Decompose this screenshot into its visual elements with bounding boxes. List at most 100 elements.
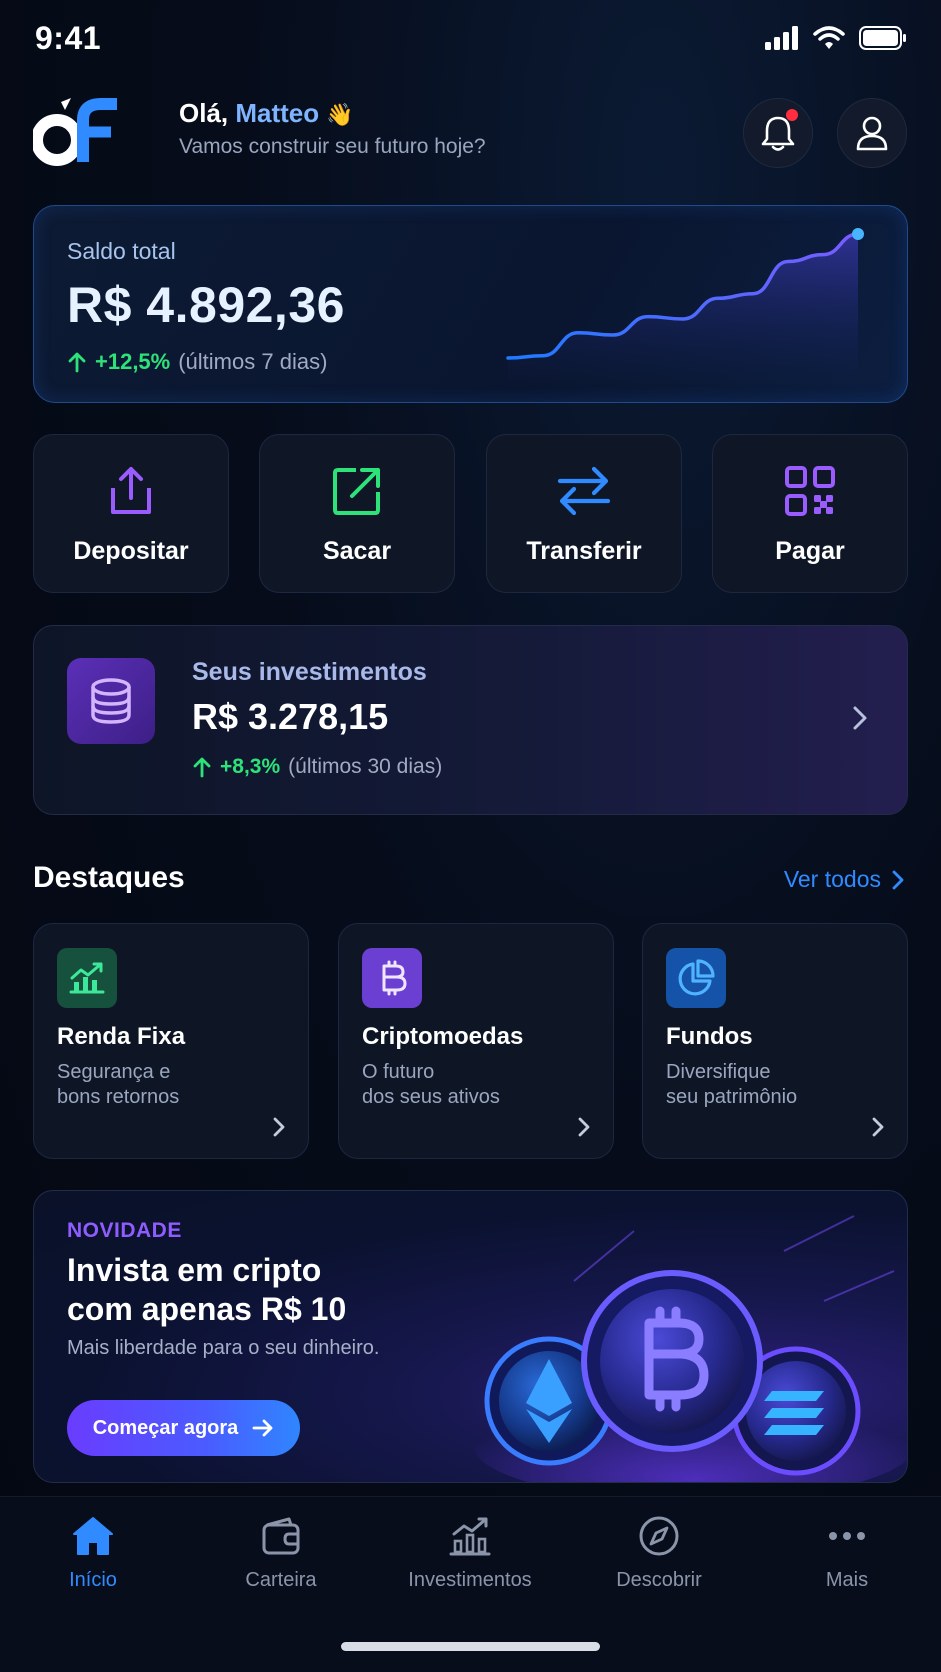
crypto-coins-illustration bbox=[474, 1215, 907, 1482]
home-indicator[interactable] bbox=[341, 1642, 600, 1651]
investments-change: +8,3% (últimos 30 dias) bbox=[192, 755, 442, 779]
upload-icon bbox=[111, 467, 151, 514]
investments-value: R$ 3.278,15 bbox=[192, 696, 389, 737]
investments-card[interactable]: Seus investimentos R$ 3.278,15 +8,3% (úl… bbox=[33, 625, 908, 815]
bitcoin-icon-wrap bbox=[362, 948, 422, 1008]
nav-label: Investimentos bbox=[408, 1569, 532, 1591]
greeting: Olá, Matteo 👋 bbox=[179, 98, 354, 129]
highlight-desc: O futuro dos seus ativos bbox=[362, 1060, 500, 1110]
transfer-label: Transferir bbox=[526, 537, 642, 565]
balance-label: Saldo total bbox=[67, 238, 176, 264]
highlight-title: Renda Fixa bbox=[57, 1023, 186, 1050]
start-now-label: Começar agora bbox=[92, 1416, 239, 1439]
home-icon bbox=[73, 1517, 113, 1555]
balance-change-percent: +12,5% bbox=[95, 349, 171, 374]
wallet-icon bbox=[262, 1517, 300, 1555]
chevron-right-icon bbox=[872, 1117, 884, 1137]
pay-button[interactable]: Pagar bbox=[712, 434, 908, 593]
highlight-card-cripto[interactable]: Criptomoedas O futuro dos seus ativos bbox=[338, 923, 614, 1159]
highlight-title: Criptomoedas bbox=[362, 1023, 524, 1050]
balance-value: R$ 4.892,36 bbox=[67, 277, 345, 333]
status-icons bbox=[765, 26, 907, 50]
nav-label: Carteira bbox=[245, 1569, 317, 1591]
highlight-desc-line: seu patrimônio bbox=[666, 1086, 798, 1108]
deposit-label: Depositar bbox=[73, 537, 189, 565]
highlight-desc-line: dos seus ativos bbox=[362, 1086, 500, 1108]
highlights-title: Destaques bbox=[33, 861, 185, 894]
promo-title: Invista em cripto com apenas R$ 10 bbox=[67, 1251, 346, 1329]
chevron-right-icon bbox=[892, 870, 904, 889]
chevron-right-icon bbox=[273, 1117, 285, 1137]
balance-change-period: (últimos 7 dias) bbox=[178, 349, 328, 374]
promo-title-line: com apenas R$ 10 bbox=[67, 1291, 347, 1327]
nav-more[interactable]: Mais bbox=[762, 1515, 932, 1592]
pay-label: Pagar bbox=[775, 537, 845, 565]
highlight-title: Fundos bbox=[666, 1023, 753, 1050]
nav-label: Início bbox=[69, 1569, 117, 1591]
balance-change: +12,5% (últimos 7 dias) bbox=[67, 349, 327, 375]
transfer-button[interactable]: Transferir bbox=[486, 434, 682, 593]
wave-emoji: 👋 bbox=[326, 102, 354, 127]
user-name: Matteo bbox=[235, 98, 320, 128]
highlight-desc: Diversifique seu patrimônio bbox=[666, 1060, 797, 1110]
highlight-desc-line: Diversifique bbox=[666, 1061, 771, 1083]
user-icon bbox=[856, 116, 888, 151]
app-logo bbox=[31, 96, 121, 171]
withdraw-label: Sacar bbox=[322, 537, 392, 565]
pie-chart-icon bbox=[678, 959, 715, 996]
chevron-right-icon bbox=[853, 706, 867, 730]
arrow-up-icon bbox=[193, 757, 211, 778]
nav-label: Descobrir bbox=[616, 1569, 702, 1591]
profile-button[interactable] bbox=[837, 98, 907, 168]
nav-wallet[interactable]: Carteira bbox=[196, 1515, 366, 1592]
qr-code-icon bbox=[785, 466, 835, 516]
highlight-desc-line: O futuro bbox=[362, 1061, 435, 1083]
trend-end-dot bbox=[852, 228, 864, 240]
nav-discover[interactable]: Descobrir bbox=[574, 1515, 744, 1592]
greeting-prefix: Olá, bbox=[179, 98, 229, 128]
external-link-icon bbox=[333, 468, 380, 515]
highlight-card-renda-fixa[interactable]: Renda Fixa Segurança e bons retornos bbox=[33, 923, 309, 1159]
see-all-label: Ver todos bbox=[783, 866, 881, 892]
chevron-right-icon bbox=[578, 1117, 590, 1137]
nav-home[interactable]: Início bbox=[8, 1515, 178, 1592]
database-icon bbox=[91, 678, 131, 724]
wifi-icon bbox=[813, 26, 845, 49]
bitcoin-icon bbox=[382, 960, 407, 996]
database-icon-wrap bbox=[67, 658, 155, 744]
investments-label: Seus investimentos bbox=[192, 658, 427, 686]
promo-banner[interactable]: NOVIDADE Invista em cripto com apenas R$… bbox=[33, 1190, 908, 1483]
highlight-desc-line: bons retornos bbox=[57, 1086, 180, 1108]
arrow-right-icon bbox=[252, 1419, 273, 1437]
balance-card[interactable]: Saldo total R$ 4.892,36 +12,5% (últimos … bbox=[33, 205, 908, 403]
promo-subtitle: Mais liberdade para o seu dinheiro. bbox=[67, 1337, 380, 1359]
promo-tag: NOVIDADE bbox=[67, 1219, 182, 1242]
nav-investments[interactable]: Investimentos bbox=[385, 1515, 555, 1592]
highlight-card-fundos[interactable]: Fundos Diversifique seu patrimônio bbox=[642, 923, 908, 1159]
start-now-button[interactable]: Começar agora bbox=[67, 1400, 300, 1456]
compass-icon bbox=[639, 1516, 679, 1556]
growth-chart-icon bbox=[69, 962, 105, 994]
arrow-up-icon bbox=[68, 352, 86, 373]
notification-dot bbox=[786, 109, 798, 121]
highlight-desc: Segurança e bons retornos bbox=[57, 1060, 179, 1110]
investments-change-percent: +8,3% bbox=[220, 755, 281, 778]
status-time: 9:41 bbox=[35, 20, 102, 56]
growth-chart-icon-wrap bbox=[57, 948, 117, 1008]
withdraw-button[interactable]: Sacar bbox=[259, 434, 455, 593]
deposit-button[interactable]: Depositar bbox=[33, 434, 229, 593]
battery-icon bbox=[859, 26, 906, 50]
more-icon bbox=[829, 1532, 865, 1540]
nav-label: Mais bbox=[825, 1569, 869, 1591]
see-all-link[interactable]: Ver todos bbox=[784, 866, 905, 893]
investments-change-period: (últimos 30 dias) bbox=[288, 755, 443, 778]
notifications-button[interactable] bbox=[743, 98, 813, 168]
balance-trend-chart bbox=[506, 228, 864, 386]
promo-title-line: Invista em cripto bbox=[67, 1252, 322, 1288]
signal-icon bbox=[765, 26, 798, 50]
transfer-icon bbox=[557, 466, 611, 516]
highlight-desc-line: Segurança e bbox=[57, 1061, 171, 1083]
bar-chart-icon bbox=[449, 1517, 491, 1556]
pie-chart-icon-wrap bbox=[666, 948, 726, 1008]
greeting-subtitle: Vamos construir seu futuro hoje? bbox=[179, 135, 486, 158]
